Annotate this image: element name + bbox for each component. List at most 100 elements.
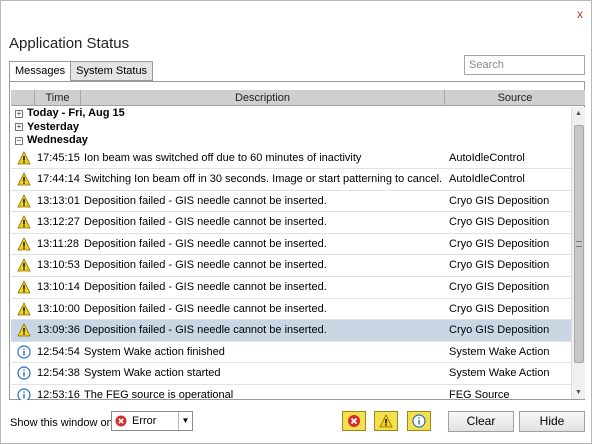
tab-bar: Messages System Status bbox=[9, 61, 154, 82]
grid-header: Time Description Source bbox=[11, 90, 585, 106]
row-source: Cryo GIS Deposition bbox=[449, 324, 550, 337]
header-source[interactable]: Source bbox=[445, 90, 585, 106]
group-label: Yesterday bbox=[27, 120, 79, 133]
table-row[interactable]: 13:11:28 Deposition failed - GIS needle c… bbox=[11, 234, 571, 256]
show-window-label: Show this window on bbox=[10, 417, 113, 429]
row-time: 13:10:00 bbox=[37, 302, 80, 315]
row-source: Cryo GIS Deposition bbox=[449, 281, 550, 294]
row-time: 13:09:36 bbox=[37, 324, 80, 337]
scroll-grip-icon bbox=[576, 241, 582, 247]
group-label: Wednesday bbox=[27, 134, 88, 147]
group-label: Today - Fri, Aug 15 bbox=[27, 107, 125, 120]
header-icon-column[interactable] bbox=[11, 90, 35, 106]
row-description: Deposition failed - GIS needle cannot be… bbox=[84, 281, 327, 294]
table-row[interactable]: 12:54:54 System Wake action finished Syste… bbox=[11, 342, 571, 364]
warning-icon bbox=[17, 301, 31, 316]
group-header[interactable]: + Today - Fri, Aug 15 bbox=[11, 107, 571, 121]
row-description: Ion beam was switched off due to 60 minu… bbox=[84, 151, 362, 164]
expander-icon[interactable]: − bbox=[15, 136, 23, 145]
info-icon bbox=[17, 345, 31, 359]
row-time: 17:44:14 bbox=[37, 173, 80, 186]
messages-grid: Time Description Source + Today - Fri, Au… bbox=[11, 90, 585, 400]
info-icon bbox=[412, 414, 426, 428]
table-row[interactable]: 13:12:27 Deposition failed - GIS needle c… bbox=[11, 212, 571, 234]
table-row[interactable]: 13:10:53 Deposition failed - GIS needle c… bbox=[11, 255, 571, 278]
row-source: Cryo GIS Deposition bbox=[449, 237, 550, 250]
table-row[interactable]: 13:13:01 Deposition failed - GIS needle c… bbox=[11, 191, 571, 213]
row-source: AutoIdleControl bbox=[449, 173, 525, 186]
window-title: Application Status bbox=[9, 35, 130, 52]
row-time: 13:13:01 bbox=[37, 194, 80, 207]
table-row[interactable]: 13:10:14 Deposition failed - GIS needle c… bbox=[11, 277, 571, 299]
application-status-window: x Application Status Messages System Sta… bbox=[0, 0, 592, 444]
row-description: The FEG source is operational bbox=[84, 389, 234, 400]
tab-system-status[interactable]: System Status bbox=[70, 61, 154, 81]
severity-dropdown[interactable]: Error ▼ bbox=[111, 411, 193, 431]
table-row[interactable]: 12:53:16 The FEG source is operational FEG… bbox=[11, 385, 571, 400]
row-time: 13:10:53 bbox=[37, 259, 80, 272]
row-time: 12:54:38 bbox=[37, 367, 80, 380]
table-row[interactable]: 17:45:15 Ion beam was switched off due to… bbox=[11, 148, 571, 170]
table-row[interactable]: 13:09:36 Deposition failed - GIS needle c… bbox=[11, 320, 571, 342]
header-description[interactable]: Description bbox=[81, 90, 445, 106]
row-time: 12:53:16 bbox=[37, 389, 80, 400]
warning-icon bbox=[17, 172, 31, 186]
hide-button[interactable]: Hide bbox=[519, 411, 585, 432]
severity-value: Error bbox=[132, 415, 157, 427]
row-description: System Wake action finished bbox=[84, 345, 225, 358]
scroll-up-arrow[interactable]: ▲ bbox=[575, 110, 582, 117]
row-source: Cryo GIS Deposition bbox=[449, 194, 550, 207]
row-description: Deposition failed - GIS needle cannot be… bbox=[84, 194, 327, 207]
info-filter-button[interactable] bbox=[407, 411, 431, 431]
table-row[interactable]: 12:54:38 System Wake action started System… bbox=[11, 363, 571, 386]
row-source: System Wake Action bbox=[449, 367, 550, 380]
info-icon bbox=[17, 388, 31, 400]
row-time: 13:10:14 bbox=[37, 281, 80, 294]
error-filter-button[interactable] bbox=[342, 411, 366, 431]
row-description: Switching Ion beam off in 30 seconds. Im… bbox=[84, 173, 443, 186]
table-row[interactable]: 13:10:00 Deposition failed - GIS needle c… bbox=[11, 299, 571, 321]
scroll-down-arrow[interactable]: ▼ bbox=[575, 389, 582, 396]
vertical-scrollbar[interactable]: ▲ ▼ bbox=[571, 107, 585, 399]
warning-icon bbox=[17, 215, 31, 229]
info-icon bbox=[17, 366, 31, 381]
warning-filter-button[interactable] bbox=[374, 411, 398, 431]
tab-messages[interactable]: Messages bbox=[9, 61, 72, 82]
group-header[interactable]: + Yesterday bbox=[11, 121, 571, 135]
expander-icon[interactable]: + bbox=[15, 109, 23, 118]
messages-panel: Time Description Source + Today - Fri, Au… bbox=[9, 81, 585, 400]
clear-button[interactable]: Clear bbox=[448, 411, 514, 432]
expander-icon[interactable]: + bbox=[15, 123, 23, 132]
warning-icon bbox=[379, 414, 393, 428]
scroll-thumb[interactable] bbox=[574, 125, 584, 363]
warning-icon bbox=[17, 280, 31, 294]
error-icon bbox=[115, 415, 127, 430]
search-input[interactable] bbox=[464, 55, 585, 75]
row-description: Deposition failed - GIS needle cannot be… bbox=[84, 302, 327, 315]
warning-icon bbox=[17, 236, 31, 251]
error-icon bbox=[348, 415, 360, 427]
row-description: Deposition failed - GIS needle cannot be… bbox=[84, 259, 327, 272]
row-time: 13:12:27 bbox=[37, 216, 80, 229]
row-description: Deposition failed - GIS needle cannot be… bbox=[84, 237, 327, 250]
row-time: 17:45:15 bbox=[37, 151, 80, 164]
row-description: Deposition failed - GIS needle cannot be… bbox=[84, 324, 327, 337]
group-header[interactable]: − Wednesday bbox=[11, 134, 571, 148]
header-time[interactable]: Time bbox=[35, 90, 81, 106]
close-button[interactable]: x bbox=[573, 7, 587, 21]
table-row[interactable]: 17:44:14 Switching Ion beam off in 30 sec… bbox=[11, 169, 571, 191]
warning-icon bbox=[17, 258, 31, 272]
row-source: Cryo GIS Deposition bbox=[449, 216, 550, 229]
chevron-down-icon[interactable]: ▼ bbox=[178, 412, 192, 430]
row-time: 12:54:54 bbox=[37, 345, 80, 358]
row-time: 13:11:28 bbox=[37, 237, 80, 250]
row-source: Cryo GIS Deposition bbox=[449, 302, 550, 315]
warning-icon bbox=[17, 150, 31, 165]
row-source: AutoIdleControl bbox=[449, 151, 525, 164]
message-list: + Today - Fri, Aug 15 + Yesterday − Wednesday… bbox=[11, 107, 571, 400]
warning-icon bbox=[17, 323, 31, 337]
row-source: System Wake Action bbox=[449, 345, 550, 358]
row-source: Cryo GIS Deposition bbox=[449, 259, 550, 272]
warning-icon bbox=[17, 193, 31, 208]
row-description: System Wake action started bbox=[84, 367, 221, 380]
